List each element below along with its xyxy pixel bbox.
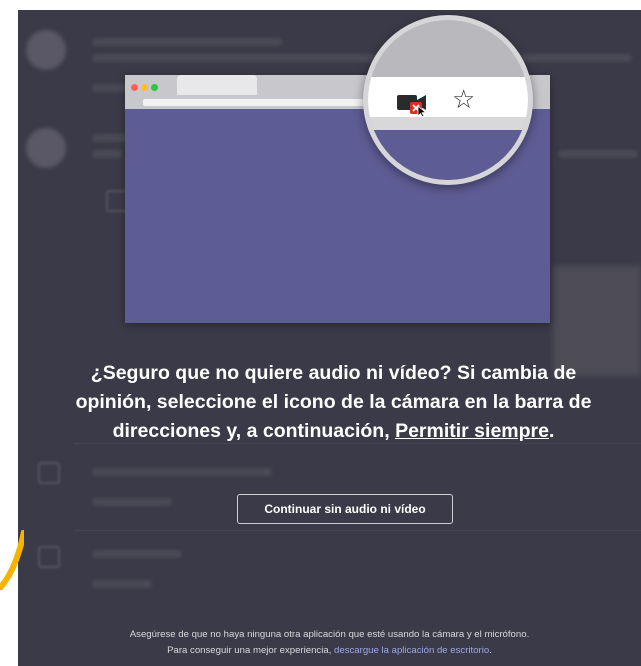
prompt-line: direcciones y, a continuación, Permitir …	[32, 417, 635, 446]
divider	[74, 530, 641, 531]
list-item	[92, 580, 152, 588]
page-area	[368, 130, 528, 180]
star-icon: ☆	[452, 85, 476, 115]
list-item	[92, 498, 172, 506]
footer-line: Para conseguir una mejor experiencia, de…	[18, 643, 641, 659]
footer-text: Para conseguir una mejor experiencia,	[167, 645, 335, 656]
footer-note: Asegúrese de que no haya ninguna otra ap…	[18, 627, 641, 659]
permission-overlay: ☆ ¿Seguro que no quiere audio ni vídeo? …	[18, 10, 641, 666]
magnifier-zoom: ☆	[363, 15, 533, 185]
footer-line: Asegúrese de que no haya ninguna otra ap…	[129, 629, 530, 640]
callout-arrow-icon	[0, 530, 24, 590]
prompt-line: ¿Seguro que no quiere audio ni vídeo? Si…	[90, 362, 577, 384]
continue-without-av-button[interactable]: Continuar sin audio ni vídeo	[237, 494, 453, 524]
camera-blocked-icon	[397, 95, 427, 116]
permission-prompt: ¿Seguro que no quiere audio ni vídeo? Si…	[32, 359, 635, 446]
prompt-text: .	[548, 420, 555, 442]
list-item	[92, 54, 632, 62]
prompt-text: direcciones y, a continuación,	[112, 420, 396, 442]
download-desktop-app-link[interactable]: descargue la aplicación de escritorio	[334, 645, 489, 656]
address-bar-edge	[368, 117, 528, 130]
list-item	[92, 38, 282, 46]
close-dot-icon	[131, 84, 138, 91]
browser-tab	[177, 75, 257, 95]
list-item	[558, 150, 638, 158]
list-item	[92, 468, 272, 476]
avatar	[26, 128, 66, 168]
allow-always-link[interactable]: Permitir siempre	[395, 420, 549, 442]
prompt-line: opinión, seleccione el icono de la cámar…	[75, 391, 592, 413]
list-item	[92, 150, 122, 158]
list-item	[92, 550, 182, 558]
avatar	[26, 30, 66, 70]
minimize-dot-icon	[141, 84, 148, 91]
zoomed-address-bar	[368, 77, 528, 117]
footer-text: .	[489, 645, 492, 656]
meeting-icon	[38, 462, 60, 484]
meeting-icon	[38, 546, 60, 568]
maximize-dot-icon	[151, 84, 158, 91]
